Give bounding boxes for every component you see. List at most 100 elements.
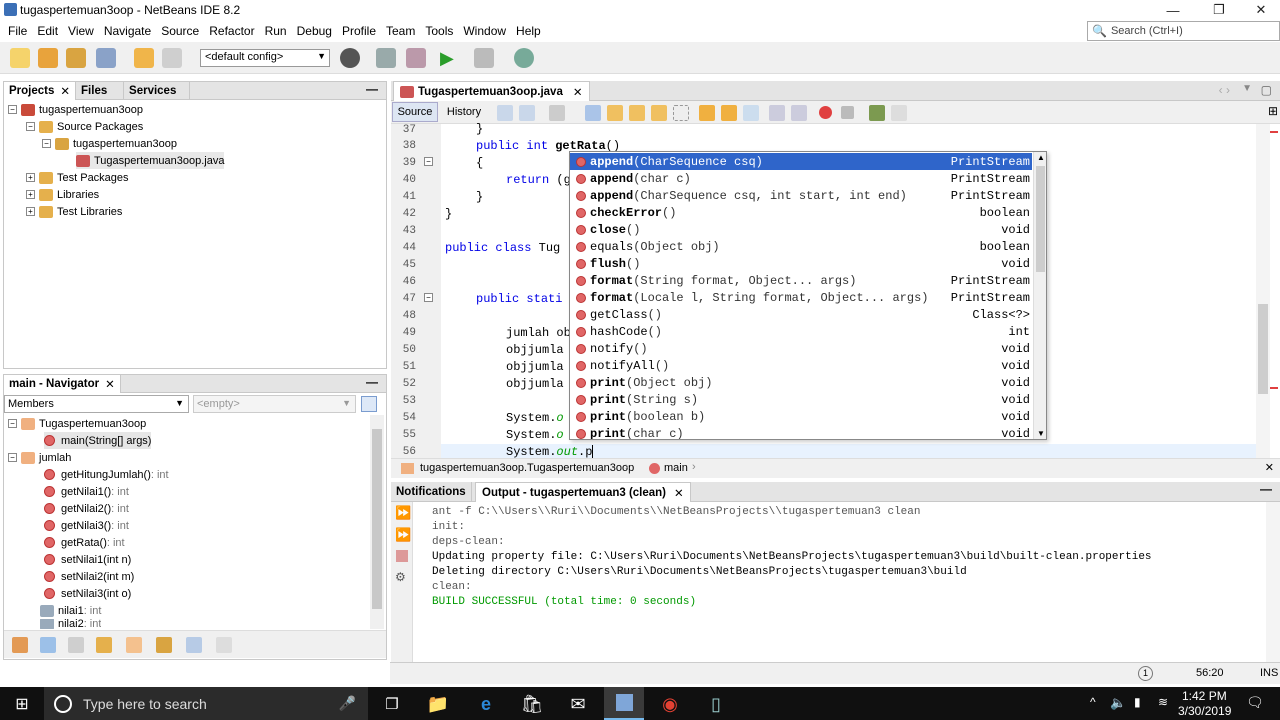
build-hammer-icon[interactable]: [376, 48, 396, 68]
completion-item[interactable]: append (char c) PrintStream: [570, 170, 1032, 187]
minimize-panel-icon[interactable]: —: [366, 82, 378, 96]
sort-name-icon[interactable]: [216, 637, 232, 653]
close-icon[interactable]: ✕: [573, 85, 583, 99]
chrome-icon[interactable]: ◉: [656, 691, 684, 717]
file-explorer-icon[interactable]: 📁: [424, 691, 452, 717]
close-icon[interactable]: ✕: [674, 486, 684, 500]
menu-tools[interactable]: Tools: [420, 24, 458, 38]
completion-item[interactable]: close() void: [570, 221, 1032, 238]
shift-right-icon[interactable]: [791, 105, 807, 121]
previous-bookmark-icon[interactable]: [699, 105, 715, 121]
expand-icon[interactable]: +: [26, 207, 35, 216]
tree-test-libraries[interactable]: + Test Libraries: [26, 203, 122, 220]
tab-history[interactable]: History: [442, 102, 486, 122]
rectangular-selection-icon[interactable]: [673, 105, 689, 121]
completion-item[interactable]: print (char c) void: [570, 425, 1032, 439]
completion-item[interactable]: hashCode() int: [570, 323, 1032, 340]
tree-java-file[interactable]: Tugaspertemuan3oop.java: [76, 152, 225, 169]
nav-item[interactable]: getNilai3() : int: [44, 517, 129, 534]
tree-project[interactable]: − tugaspertemuan3oop: [8, 101, 143, 118]
restore-icon[interactable]: ▢: [1261, 83, 1272, 97]
completion-item[interactable]: format (Locale l, String format, Object..…: [570, 289, 1032, 306]
nav-item[interactable]: getNilai1() : int: [44, 483, 129, 500]
completion-item[interactable]: format (String format, Object... args) Pri…: [570, 272, 1032, 289]
chevron-down-icon[interactable]: ▼: [1037, 429, 1045, 438]
tab-java-file[interactable]: Tugaspertemuan3oop.java ✕: [393, 81, 590, 101]
rerun-icon[interactable]: ⏩: [395, 505, 411, 521]
menu-edit[interactable]: Edit: [32, 24, 63, 38]
fold-icon[interactable]: −: [424, 157, 433, 166]
error-stripe[interactable]: [1270, 387, 1278, 389]
microphone-icon[interactable]: 🎤: [339, 695, 356, 712]
battery-icon[interactable]: ▮: [1134, 695, 1141, 709]
output-scrollbar[interactable]: [1266, 502, 1280, 662]
fqn-icon[interactable]: [156, 637, 172, 653]
close-icon[interactable]: ✕: [1265, 461, 1274, 474]
tab-source[interactable]: Source: [392, 102, 438, 122]
minimize-panel-icon[interactable]: —: [1260, 482, 1272, 496]
find-next-icon[interactable]: [629, 105, 645, 121]
collapse-icon[interactable]: −: [42, 139, 51, 148]
stop-icon[interactable]: [396, 550, 408, 562]
sort-source-icon[interactable]: [186, 637, 202, 653]
collapse-icon[interactable]: −: [8, 419, 17, 428]
nav-item[interactable]: getHitungJumlah() : int: [44, 466, 169, 483]
comment-icon[interactable]: [891, 105, 907, 121]
close-button[interactable]: ✕: [1238, 0, 1280, 20]
nav-jumlah[interactable]: − jumlah: [8, 449, 71, 466]
profile-icon[interactable]: [514, 48, 534, 68]
completion-item[interactable]: getClass() Class<?>: [570, 306, 1032, 323]
completion-item[interactable]: notifyAll() void: [570, 357, 1032, 374]
taskbar-search[interactable]: Type here to search 🎤: [44, 687, 368, 720]
nav-field[interactable]: nilai1 : int: [40, 602, 101, 619]
breadcrumb-class[interactable]: tugaspertemuan3oop.Tugaspertemuan3oop: [420, 462, 634, 474]
menu-run[interactable]: Run: [260, 24, 292, 38]
check-icon[interactable]: [869, 105, 885, 121]
fields-icon[interactable]: [40, 637, 56, 653]
run-icon[interactable]: ▶: [440, 48, 460, 68]
debug-icon[interactable]: [474, 48, 494, 68]
mail-icon[interactable]: ✉: [564, 691, 592, 717]
expand-icon[interactable]: +: [26, 190, 35, 199]
scrollbar-thumb[interactable]: [1036, 166, 1045, 272]
nav-main[interactable]: main(String[] args): [44, 432, 152, 449]
menu-profile[interactable]: Profile: [337, 24, 381, 38]
nav-item[interactable]: setNilai1(int n): [44, 551, 131, 568]
completion-item[interactable]: checkError() boolean: [570, 204, 1032, 221]
netbeans-taskbar-button[interactable]: [604, 687, 644, 720]
next-bookmark-icon[interactable]: [721, 105, 737, 121]
minimize-button[interactable]: —: [1150, 0, 1196, 20]
store-icon[interactable]: 🛍: [518, 691, 546, 717]
members-select[interactable]: Members ▼: [4, 395, 189, 413]
wifi-icon[interactable]: ≋: [1158, 695, 1168, 709]
notification-center-icon[interactable]: 🗨: [1246, 694, 1264, 711]
navigator-scrollbar[interactable]: [370, 415, 384, 629]
completion-item[interactable]: print (Object obj) void: [570, 374, 1032, 391]
shift-left-icon[interactable]: [769, 105, 785, 121]
error-stripe[interactable]: [1270, 131, 1278, 133]
static-icon[interactable]: [68, 637, 84, 653]
clock-time[interactable]: 1:42 PM: [1182, 689, 1227, 703]
collapse-icon[interactable]: −: [26, 122, 35, 131]
nav-class[interactable]: − Tugaspertemuan3oop: [8, 415, 146, 432]
completion-item[interactable]: print (String s) void: [570, 391, 1032, 408]
completion-item[interactable]: append (CharSequence csq) PrintStream: [570, 153, 1032, 170]
task-view-icon[interactable]: ❐: [378, 691, 406, 717]
editor-scrollbar[interactable]: [1256, 124, 1270, 458]
expand-icon[interactable]: +: [26, 173, 35, 182]
nav-item[interactable]: getNilai2() : int: [44, 500, 129, 517]
config-select[interactable]: <default config> ▼: [200, 49, 330, 67]
chevron-up-icon[interactable]: ▲: [1037, 153, 1045, 162]
completion-scrollbar[interactable]: ▲ ▼: [1033, 152, 1046, 439]
undo-icon[interactable]: [134, 48, 154, 68]
settings-icon[interactable]: ⚙: [395, 570, 406, 584]
tab-navigator[interactable]: main - Navigator ✕: [4, 374, 121, 393]
menu-team[interactable]: Team: [381, 24, 420, 38]
breadcrumb-method[interactable]: main: [664, 462, 688, 474]
scrollbar-thumb[interactable]: [372, 429, 382, 609]
menu-file[interactable]: File: [3, 24, 32, 38]
find-icon[interactable]: [585, 105, 601, 121]
start-macro-icon[interactable]: [819, 106, 832, 119]
completion-item[interactable]: equals (Object obj) boolean: [570, 238, 1032, 255]
toggle-highlight-icon[interactable]: [651, 105, 667, 121]
